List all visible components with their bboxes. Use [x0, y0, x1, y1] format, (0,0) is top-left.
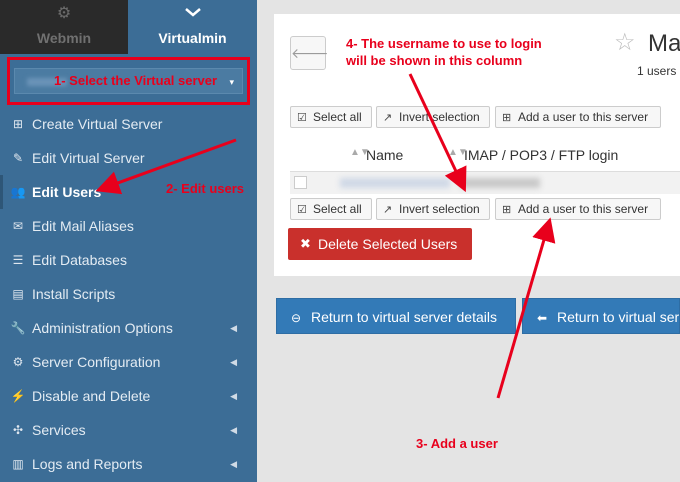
tab-virtualmin-label: Virtualmin	[158, 30, 227, 46]
sidebar-item-label: Logs and Reports	[32, 456, 143, 472]
file-icon: ▥	[12, 457, 24, 471]
caret-left-icon: ◀	[230, 323, 237, 333]
annotation-select-server: 1- Select the Virtual server	[54, 73, 218, 88]
plus-square-icon: ⊞	[502, 112, 512, 124]
caret-left-icon: ◀	[230, 459, 237, 469]
return-details-label: Return to virtual server details	[311, 309, 497, 325]
check-square-icon: ☑	[297, 112, 307, 124]
invert-selection-button-bottom[interactable]: ↗ Invert selection	[376, 198, 490, 220]
sidebar-menu: ⊞ Create Virtual Server ✎ Edit Virtual S…	[0, 107, 257, 481]
puzzle-icon: ✣	[12, 423, 24, 437]
table-row[interactable]	[290, 172, 680, 194]
sidebar-item-install-scripts[interactable]: ▤ Install Scripts	[0, 277, 257, 311]
sidebar-item-create-virtual-server[interactable]: ⊞ Create Virtual Server	[0, 107, 257, 141]
gears-icon: ⚙	[56, 5, 72, 22]
add-user-label: Add a user to this server	[518, 110, 649, 124]
arrow-left-icon: ⬅	[537, 311, 548, 325]
return-to-virtual-server-details-button[interactable]: ⊖ Return to virtual server details	[276, 298, 516, 334]
annotation-username-column-line2: will be shown in this column	[346, 53, 523, 68]
sidebar-item-label: Edit Databases	[32, 252, 127, 268]
sidebar-item-label: Install Scripts	[32, 286, 116, 302]
tab-virtualmin[interactable]: Virtualmin	[128, 0, 257, 54]
add-user-button-bottom[interactable]: ⊞ Add a user to this server	[495, 198, 661, 220]
add-user-label: Add a user to this server	[518, 202, 649, 216]
check-square-icon: ☑	[297, 204, 307, 216]
share-square-icon: ↗	[383, 204, 393, 216]
wrench-icon: 🔧	[10, 321, 26, 335]
add-user-button[interactable]: ⊞ Add a user to this server	[495, 106, 661, 128]
tab-webmin[interactable]: ⚙ Webmin	[0, 0, 128, 54]
users-icon: 👥	[10, 185, 26, 199]
caret-left-icon: ◀	[230, 425, 237, 435]
sidebar-item-label: Edit Mail Aliases	[32, 218, 134, 234]
top-tabs: ⚙ Webmin Virtualmin	[0, 0, 257, 54]
sidebar-item-edit-mail-aliases[interactable]: ✉ Edit Mail Aliases	[0, 209, 257, 243]
sidebar-item-edit-virtual-server[interactable]: ✎ Edit Virtual Server	[0, 141, 257, 175]
archive-icon: ▤	[12, 287, 24, 301]
annotation-edit-users: 2- Edit users	[166, 181, 245, 196]
sidebar-item-logs-and-reports[interactable]: ▥ Logs and Reports ◀	[0, 447, 257, 481]
users-table: ▲▼ Name ▲▼ IMAP / POP3 / FTP login	[290, 138, 680, 194]
edit-icon: ✎	[12, 151, 24, 165]
invert-selection-label: Invert selection	[399, 110, 480, 124]
sidebar-item-label: Create Virtual Server	[32, 116, 163, 132]
invert-selection-label: Invert selection	[399, 202, 480, 216]
envelope-icon: ✉	[12, 219, 24, 233]
plus-square-icon: ⊞	[502, 204, 512, 216]
tab-webmin-label: Webmin	[36, 30, 92, 46]
user-name-cell	[340, 178, 450, 188]
row-checkbox[interactable]	[294, 176, 307, 189]
sidebar-item-label: Administration Options	[32, 320, 173, 336]
arrow-left-icon: 🡐	[291, 45, 329, 61]
return-list-label: Return to virtual ser	[557, 309, 680, 325]
select-all-label: Select all	[313, 110, 362, 124]
sidebar-item-label: Edit Users	[32, 184, 102, 200]
sidebar-item-edit-databases[interactable]: ☰ Edit Databases	[0, 243, 257, 277]
annotation-username-column-line1: 4- The username to use to login	[346, 36, 542, 51]
column-login[interactable]: IMAP / POP3 / FTP login	[464, 147, 618, 163]
select-all-button-bottom[interactable]: ☑ Select all	[290, 198, 372, 220]
sidebar-item-disable-and-delete[interactable]: ⚡ Disable and Delete ◀	[0, 379, 257, 413]
invert-selection-button[interactable]: ↗ Invert selection	[376, 106, 490, 128]
table-header: ▲▼ Name ▲▼ IMAP / POP3 / FTP login	[290, 138, 680, 172]
annotation-add-user: 3- Add a user	[416, 436, 498, 451]
share-square-icon: ↗	[383, 112, 393, 124]
database-icon: ☰	[12, 253, 24, 267]
arrow-circle-left-icon: ⊖	[291, 311, 302, 325]
caret-left-icon: ◀	[230, 357, 237, 367]
chevron-down-icon	[128, 6, 257, 22]
page-title: Ma	[648, 30, 680, 57]
sidebar-item-label: Edit Virtual Server	[32, 150, 145, 166]
star-icon[interactable]: ☆	[614, 28, 636, 57]
user-login-cell	[460, 178, 540, 188]
return-to-virtual-servers-button[interactable]: ⬅ Return to virtual ser	[522, 298, 680, 334]
select-all-button[interactable]: ☑ Select all	[290, 106, 372, 128]
plug-icon: ⚡	[10, 389, 26, 403]
user-times-icon: ✖	[300, 236, 311, 251]
sidebar-item-services[interactable]: ✣ Services ◀	[0, 413, 257, 447]
sidebar-item-label: Server Configuration	[32, 354, 161, 370]
column-name[interactable]: Name	[366, 147, 403, 163]
page-subtitle: 1 users	[637, 64, 677, 78]
back-button[interactable]: 🡐	[290, 36, 329, 70]
cogs-icon: ⚙	[12, 355, 24, 369]
select-all-label: Select all	[313, 202, 362, 216]
delete-selected-users-button[interactable]: ✖ Delete Selected Users	[288, 228, 472, 260]
sidebar-item-label: Disable and Delete	[32, 388, 151, 404]
plus-square-icon: ⊞	[12, 117, 24, 131]
caret-left-icon: ◀	[230, 391, 237, 401]
sidebar-item-label: Services	[32, 422, 86, 438]
sidebar-item-server-configuration[interactable]: ⚙ Server Configuration ◀	[0, 345, 257, 379]
delete-button-label: Delete Selected Users	[318, 236, 458, 252]
sidebar-item-administration-options[interactable]: 🔧 Administration Options ◀	[0, 311, 257, 345]
